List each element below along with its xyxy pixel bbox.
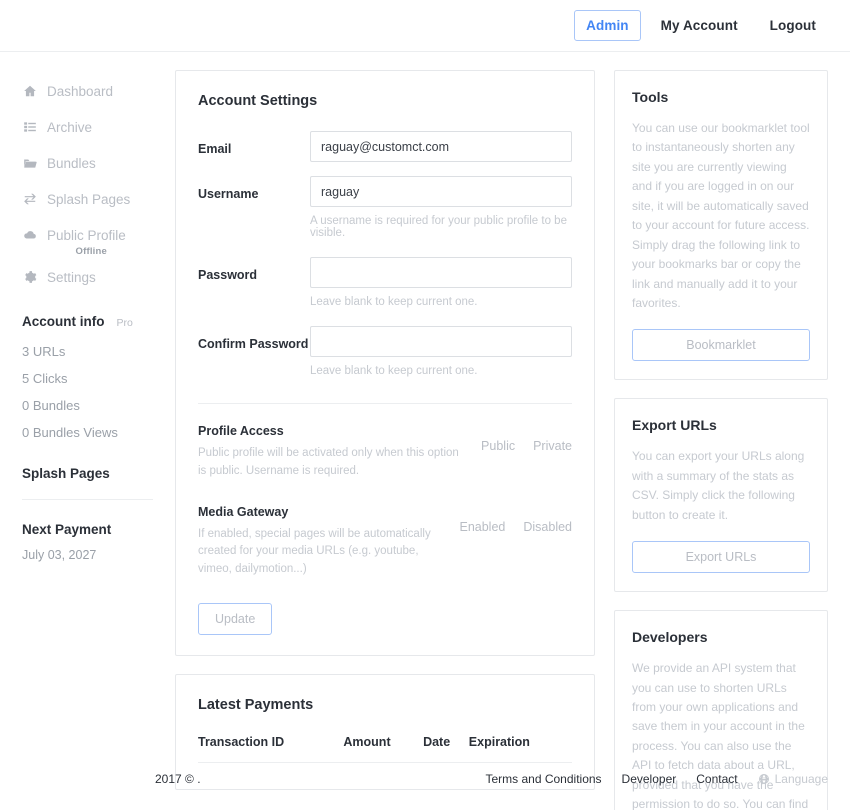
sidebar-splash-pages-title: Splash Pages (22, 466, 153, 500)
cloud-icon (22, 228, 37, 243)
username-field[interactable] (310, 176, 572, 207)
exchange-icon (22, 192, 37, 207)
update-button[interactable]: Update (198, 603, 273, 636)
option-media-gateway: Media Gateway If enabled, special pages … (198, 505, 572, 579)
account-info-header: Account info Pro (22, 314, 153, 329)
stat-clicks: 5 Clicks (22, 371, 68, 386)
profile-access-private-option[interactable]: Private (533, 439, 572, 453)
tools-panel-title: Tools (632, 89, 669, 105)
media-gateway-title: Media Gateway (198, 504, 289, 519)
account-info-title: Account info (22, 314, 105, 329)
profile-access-public-option[interactable]: Public (481, 439, 515, 453)
media-gateway-disabled-option[interactable]: Disabled (523, 520, 572, 534)
language-label: Language (774, 772, 828, 786)
username-hint: A username is required for your public p… (310, 215, 567, 239)
footer-link-terms[interactable]: Terms and Conditions (485, 772, 601, 786)
nav-item-logout[interactable]: Logout (758, 10, 828, 41)
footer-link-contact[interactable]: Contact (696, 772, 737, 786)
body-wrapper: Dashboard Archive Bundles Splash Pages P… (0, 52, 850, 810)
gear-icon (22, 270, 37, 285)
account-settings-card: Account Settings Email Username A userna… (175, 70, 595, 657)
sidebar-item-bundles[interactable]: Bundles (22, 145, 153, 181)
email-field[interactable] (310, 131, 572, 162)
profile-access-title: Profile Access (198, 424, 284, 438)
folder-icon (22, 156, 37, 171)
footer-links: Terms and Conditions Developer Contact L… (485, 772, 828, 786)
password-hint: Leave blank to keep current one. (310, 296, 478, 308)
sidebar-item-label: Archive (47, 119, 93, 135)
footer-link-developer[interactable]: Developer (622, 772, 677, 786)
top-nav-links: Admin My Account Logout (574, 10, 828, 41)
field-confirm-password: Confirm Password Leave blank to keep cur… (198, 326, 572, 391)
globe-icon (758, 774, 769, 784)
stat-urls: 3 URLs (22, 344, 66, 359)
tools-panel: Tools You can use our bookmarklet tool t… (614, 70, 828, 381)
sidebar-item-settings[interactable]: Settings (22, 259, 153, 295)
right-sidebar: Tools You can use our bookmarklet tool t… (614, 70, 828, 810)
confirm-password-field[interactable] (310, 326, 572, 357)
nav-item-admin[interactable]: Admin (574, 10, 641, 41)
export-urls-panel-text: You can export your URLs along with a su… (632, 449, 805, 522)
sidebar-item-archive[interactable]: Archive (22, 109, 153, 145)
confirm-password-hint: Leave blank to keep current one. (310, 365, 478, 377)
list-icon (22, 120, 37, 135)
media-gateway-text: Media Gateway If enabled, special pages … (198, 505, 459, 579)
media-gateway-desc: If enabled, special pages will be automa… (198, 527, 431, 576)
page-title: Account Settings (198, 93, 318, 109)
sidebar-item-dashboard[interactable]: Dashboard (22, 73, 153, 109)
media-gateway-choices: Enabled Disabled (459, 505, 572, 534)
option-profile-access: Profile Access Public profile will be ac… (198, 424, 572, 481)
page-root: Admin My Account Logout Dashboard Archiv… (0, 0, 850, 810)
export-urls-panel: Export URLs You can export your URLs alo… (614, 398, 828, 593)
export-urls-button[interactable]: Export URLs (632, 541, 810, 574)
sidebar-item-label: Bundles (47, 155, 96, 171)
export-urls-panel-title: Export URLs (632, 417, 717, 434)
bookmarklet-button[interactable]: Bookmarklet (632, 329, 810, 362)
latest-payments-title: Latest Payments (198, 697, 314, 714)
home-icon (22, 84, 37, 99)
tools-panel-text: You can use our bookmarklet tool to inst… (632, 121, 810, 310)
nav-item-my-account[interactable]: My Account (649, 10, 750, 41)
public-profile-status: Offline (75, 246, 107, 257)
password-field[interactable] (310, 257, 572, 288)
left-sidebar: Dashboard Archive Bundles Splash Pages P… (22, 70, 153, 562)
sidebar-item-label: Settings (47, 269, 96, 285)
stat-bundles: 0 Bundles (22, 398, 80, 413)
profile-access-choices: Public Private (481, 424, 572, 453)
profile-access-text: Profile Access Public profile will be ac… (198, 424, 481, 481)
developers-panel-title: Developers (632, 629, 708, 646)
username-label: Username (198, 187, 259, 201)
profile-access-desc: Public profile will be activated only wh… (198, 447, 459, 477)
copyright-text: 2017 © . (155, 772, 201, 786)
username-control: A username is required for your public p… (310, 176, 572, 253)
confirm-password-control: Leave blank to keep current one. (310, 326, 572, 391)
center-column: Account Settings Email Username A userna… (175, 70, 595, 791)
media-gateway-enabled-option[interactable]: Enabled (459, 520, 505, 534)
confirm-password-label: Confirm Password (198, 337, 309, 351)
password-label: Password (198, 268, 258, 282)
email-control (310, 131, 572, 162)
pro-badge: Pro (116, 317, 133, 329)
next-payment-title: Next Payment (22, 522, 112, 537)
sidebar-item-label: Public Profile (47, 227, 126, 243)
password-control: Leave blank to keep current one. (310, 257, 572, 322)
field-email: Email (198, 131, 572, 162)
field-username: Username A username is required for your… (198, 176, 572, 253)
page-footer: 2017 © . Terms and Conditions Developer … (0, 748, 850, 810)
stat-bundles-views: 0 Bundles Views (22, 425, 118, 440)
section-divider (198, 403, 572, 404)
sidebar-item-label: Splash Pages (47, 191, 131, 207)
email-label: Email (198, 142, 232, 156)
sidebar-item-splash-pages[interactable]: Splash Pages (22, 181, 153, 217)
next-payment-date: July 03, 2027 (22, 548, 97, 562)
top-navigation-bar: Admin My Account Logout (0, 0, 850, 52)
field-password: Password Leave blank to keep current one… (198, 257, 572, 322)
language-selector[interactable]: Language (758, 772, 828, 786)
sidebar-item-label: Dashboard (47, 83, 114, 99)
